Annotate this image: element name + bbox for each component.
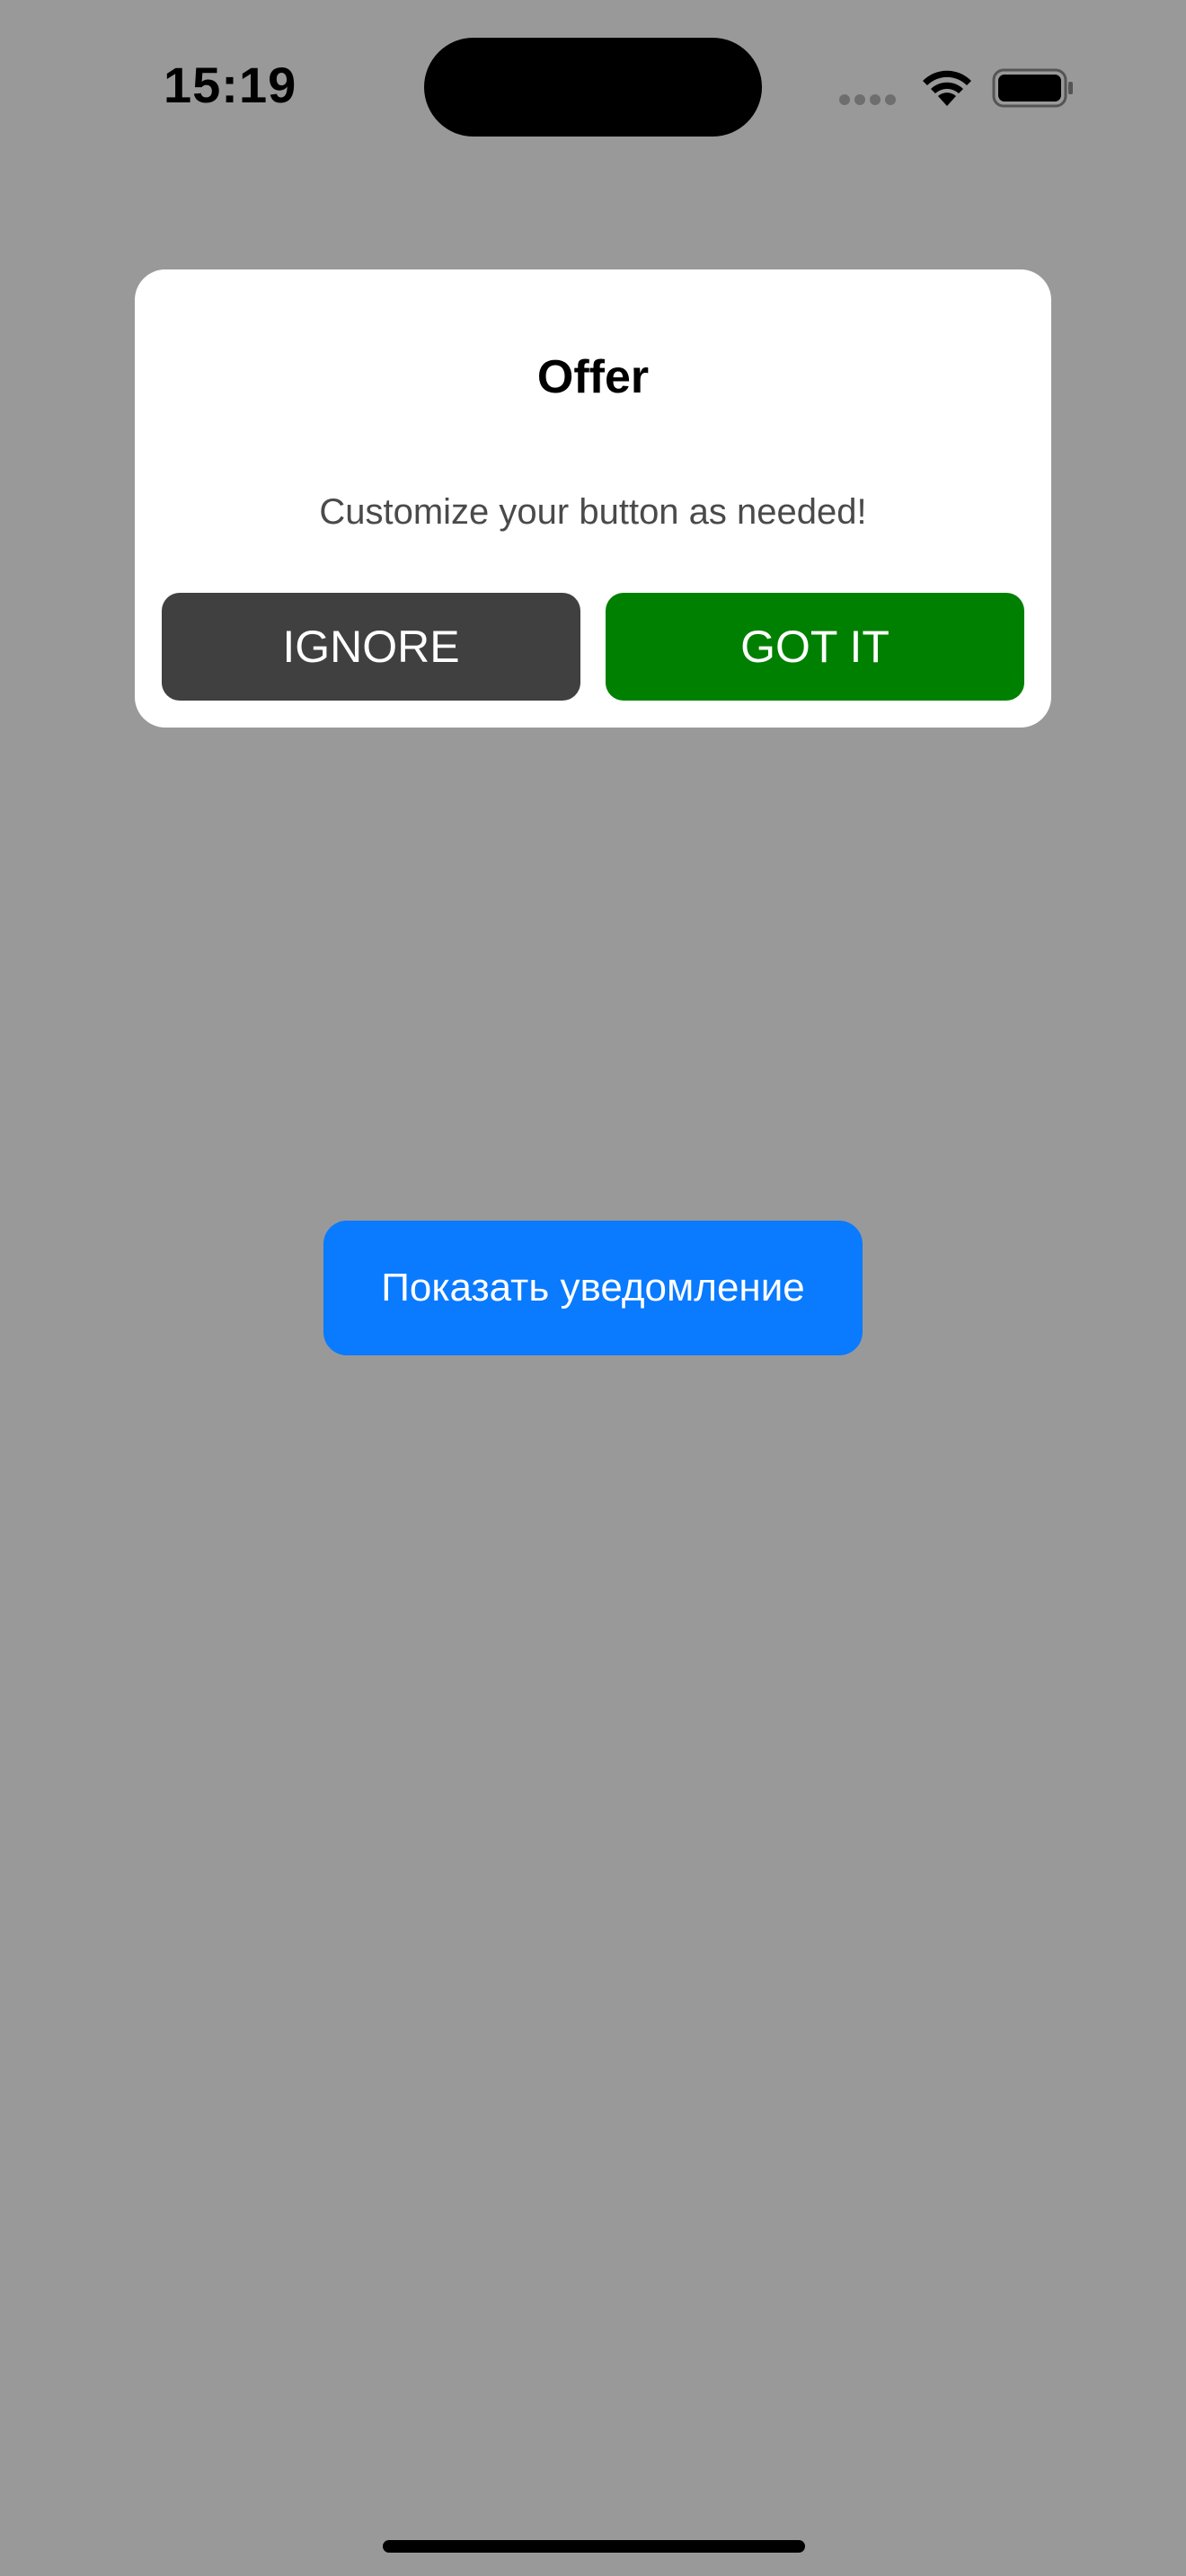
wifi-icon — [923, 70, 971, 106]
dynamic-island — [424, 38, 762, 137]
dialog-message: Customize your button as needed! — [319, 492, 867, 532]
got-it-button[interactable]: GOT IT — [606, 593, 1024, 701]
home-indicator[interactable] — [383, 2540, 805, 2553]
signal-dots-icon — [839, 93, 902, 106]
offer-dialog: Offer Customize your button as needed! I… — [135, 269, 1051, 728]
status-bar: 15:19 — [0, 0, 1186, 180]
ignore-button[interactable]: IGNORE — [162, 593, 580, 701]
status-time: 15:19 — [164, 57, 297, 113]
show-notification-button[interactable]: Показать уведомление — [323, 1221, 863, 1355]
battery-icon — [992, 68, 1073, 108]
dialog-title: Offer — [536, 351, 650, 403]
